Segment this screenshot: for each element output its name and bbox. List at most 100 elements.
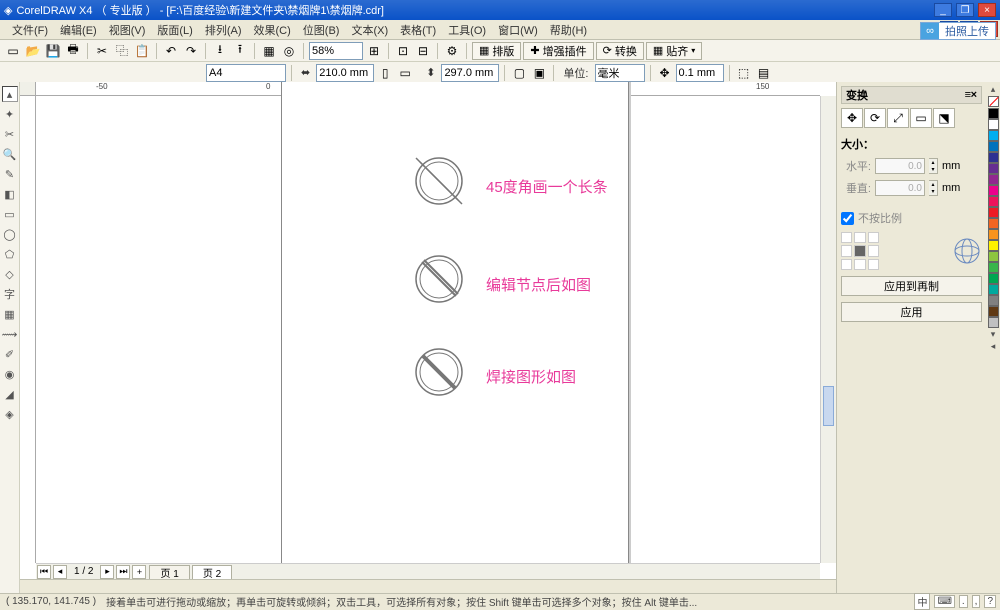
palette-up-button[interactable]: ▴: [991, 84, 996, 95]
fill-tool[interactable]: ◢: [2, 386, 18, 402]
color-swatch[interactable]: [988, 251, 999, 262]
color-swatch[interactable]: [988, 295, 999, 306]
shape-circle-2[interactable]: [412, 252, 466, 306]
orient-portrait-button[interactable]: ▯: [376, 64, 394, 82]
apply-button[interactable]: 应用: [841, 302, 982, 322]
menu-item[interactable]: 窗口(W): [492, 20, 544, 40]
page-setup1-button[interactable]: ▢: [510, 64, 528, 82]
page-tab-2[interactable]: 页 2: [192, 565, 232, 579]
plugin-button[interactable]: ✚增强插件: [523, 42, 593, 60]
menu-item[interactable]: 视图(V): [103, 20, 152, 40]
color-swatch[interactable]: [988, 174, 999, 185]
new-button[interactable]: ▭: [4, 42, 22, 60]
menu-item[interactable]: 文件(F): [6, 20, 54, 40]
upload-badge[interactable]: ∞ 拍照上传: [920, 22, 996, 40]
ellipse-tool[interactable]: ◯: [2, 226, 18, 242]
window-minimize-button[interactable]: _: [934, 3, 952, 17]
anchor-grid[interactable]: [841, 232, 879, 270]
page-first-button[interactable]: ⏮: [37, 565, 51, 579]
page-add-button[interactable]: +: [132, 565, 146, 579]
basic-shapes-tool[interactable]: ◇: [2, 266, 18, 282]
import-button[interactable]: ⭳: [211, 42, 229, 60]
menu-item[interactable]: 表格(T): [394, 20, 442, 40]
ime-item[interactable]: ?: [984, 595, 996, 608]
blend-tool[interactable]: ⟿: [2, 326, 18, 342]
paper-width-input[interactable]: [316, 64, 374, 82]
paste-button[interactable]: 📋: [133, 42, 151, 60]
menu-item[interactable]: 工具(O): [442, 20, 492, 40]
vertical-ruler[interactable]: [20, 96, 36, 563]
color-swatch[interactable]: [988, 306, 999, 317]
swatch-none[interactable]: [988, 96, 999, 107]
palette-down-button[interactable]: ▾: [991, 329, 996, 340]
save-button[interactable]: 💾: [44, 42, 62, 60]
copy-button[interactable]: ⿻: [113, 42, 131, 60]
rectangle-tool[interactable]: ▭: [2, 206, 18, 222]
ime-item[interactable]: .: [959, 595, 968, 608]
zoom-tool[interactable]: 🔍: [2, 146, 18, 162]
page-tab-1[interactable]: 页 1: [149, 565, 189, 579]
interactive-fill-tool[interactable]: ◈: [2, 406, 18, 422]
keep-ratio-checkbox[interactable]: [841, 212, 854, 225]
v-input[interactable]: [875, 180, 925, 196]
color-swatch[interactable]: [988, 130, 999, 141]
window-maximize-button[interactable]: ❐: [956, 3, 974, 17]
misc-prop-button[interactable]: ▤: [755, 64, 773, 82]
h-spin[interactable]: ▴▾: [929, 158, 938, 174]
vertical-scrollbar[interactable]: [820, 96, 836, 563]
menu-item[interactable]: 文本(X): [345, 20, 394, 40]
color-swatch[interactable]: [988, 185, 999, 196]
ruler-origin[interactable]: [20, 82, 36, 96]
color-swatch[interactable]: [988, 273, 999, 284]
app-launcher-button[interactable]: ▦: [260, 42, 278, 60]
color-swatch[interactable]: [988, 152, 999, 163]
menu-item[interactable]: 帮助(H): [544, 20, 593, 40]
transform-rotate-button[interactable]: ⟳: [864, 108, 886, 128]
menu-item[interactable]: 版面(L): [151, 20, 198, 40]
color-swatch[interactable]: [988, 240, 999, 251]
snap2-button[interactable]: ⊟: [414, 42, 432, 60]
page-prev-button[interactable]: ◂: [53, 565, 67, 579]
menu-item[interactable]: 编辑(E): [54, 20, 103, 40]
print-button[interactable]: 🖶: [64, 42, 82, 60]
docker-close-button[interactable]: ×: [971, 89, 977, 101]
palette-flyout-button[interactable]: ◂: [991, 341, 996, 352]
paper-height-input[interactable]: [441, 64, 499, 82]
nudge-input[interactable]: [676, 64, 724, 82]
menu-item[interactable]: 效果(C): [248, 20, 297, 40]
color-swatch[interactable]: [988, 207, 999, 218]
ime-item[interactable]: 中: [914, 593, 930, 610]
units-combo[interactable]: [595, 64, 645, 82]
paper-size-combo[interactable]: [206, 64, 286, 82]
h-input[interactable]: [875, 158, 925, 174]
drawing-viewport[interactable]: 45度角画一个长条 编辑节点后如图 焊接图形如图: [36, 96, 820, 563]
color-swatch[interactable]: [988, 218, 999, 229]
orient-landscape-button[interactable]: ▭: [396, 64, 414, 82]
shape-circle-3[interactable]: [412, 345, 466, 399]
freehand-tool[interactable]: ✎: [2, 166, 18, 182]
welcome-button[interactable]: ◎: [280, 42, 298, 60]
color-swatch[interactable]: [988, 163, 999, 174]
eyedropper-tool[interactable]: ✐: [2, 346, 18, 362]
snapset-button[interactable]: ▦贴齐▾: [646, 42, 702, 60]
open-button[interactable]: 📂: [24, 42, 42, 60]
export-button[interactable]: ⭱: [231, 42, 249, 60]
convert-button[interactable]: ⟳转换: [596, 42, 644, 60]
pick-tool[interactable]: ▴: [2, 86, 18, 102]
transform-skew-button[interactable]: ⬔: [933, 108, 955, 128]
redo-button[interactable]: ↷: [182, 42, 200, 60]
ime-item[interactable]: ,: [972, 595, 981, 608]
crop-tool[interactable]: ✂: [2, 126, 18, 142]
color-swatch[interactable]: [988, 262, 999, 273]
text-tool[interactable]: 字: [2, 286, 18, 302]
shape-circle-1[interactable]: [412, 154, 466, 208]
options-button[interactable]: ⚙: [443, 42, 461, 60]
color-swatch[interactable]: [988, 196, 999, 207]
color-swatch[interactable]: [988, 119, 999, 130]
color-swatch[interactable]: [988, 284, 999, 295]
menu-item[interactable]: 排列(A): [199, 20, 248, 40]
shape-tool[interactable]: ✦: [2, 106, 18, 122]
polygon-tool[interactable]: ⬠: [2, 246, 18, 262]
page-setup2-button[interactable]: ▣: [530, 64, 548, 82]
v-spin[interactable]: ▴▾: [929, 180, 938, 196]
